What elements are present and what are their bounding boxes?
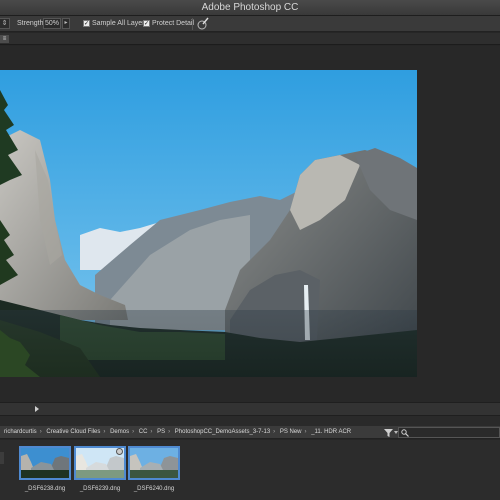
breadcrumb-item[interactable]: _11. HDR ACR [311, 429, 351, 435]
breadcrumb-item[interactable]: PS New [280, 429, 302, 435]
window-title: Adobe Photoshop CC [201, 2, 299, 13]
strength-slider-button[interactable]: ▸ [62, 18, 70, 29]
canvas-area[interactable] [0, 46, 500, 402]
breadcrumb-separator: › [132, 429, 135, 435]
canvas-horizontal-scrollbar[interactable] [0, 402, 500, 416]
panel-divider [0, 416, 500, 426]
breadcrumb-separator: › [39, 429, 42, 435]
thumbnail-filename: _DSF6239.dng [79, 486, 121, 492]
breadcrumb-item[interactable]: PS [157, 429, 165, 435]
strength-input[interactable]: 50% [43, 18, 61, 29]
brush-pressure-icon[interactable] [197, 17, 209, 30]
search-icon [401, 429, 409, 437]
document-tab[interactable]: ≡ [0, 35, 9, 43]
sample-all-layers-label: Sample All Layers [92, 20, 149, 27]
breadcrumb: richardcurtis › Creative Cloud Files › Dem… [4, 426, 351, 439]
bridge-filmstrip: _DSF6238.dng _DSF6239.dng _DSF6240.dng [0, 440, 500, 500]
bridge-path-bar: richardcurtis › Creative Cloud Files › Dem… [0, 426, 500, 439]
thumbnail-badge-icon [116, 448, 123, 455]
breadcrumb-separator: › [168, 429, 171, 435]
document-tab-bar: ≡ [0, 33, 500, 45]
breadcrumb-item[interactable]: Demos [110, 429, 129, 435]
tool-options-bar: ⇕ Strength: 50% ▸ ✓ Sample All Layers ✓ … [0, 16, 500, 32]
play-arrow-icon[interactable] [35, 406, 39, 412]
document-image[interactable] [0, 70, 417, 377]
thumbnail[interactable] [128, 446, 180, 480]
options-divider [192, 18, 193, 30]
breadcrumb-item[interactable]: richardcurtis [4, 429, 37, 435]
breadcrumb-separator: › [304, 429, 307, 435]
breadcrumb-separator: › [150, 429, 153, 435]
filmstrip-edge-handle[interactable] [0, 452, 4, 464]
thumbnail-filename: _DSF6238.dng [24, 486, 66, 492]
tool-preset-picker[interactable]: ⇕ [0, 18, 10, 29]
search-input[interactable] [398, 427, 500, 438]
thumbnail[interactable] [74, 446, 126, 480]
breadcrumb-separator: › [273, 429, 276, 435]
filter-icon[interactable] [384, 428, 393, 437]
protect-detail-checkbox[interactable]: ✓ [143, 20, 150, 27]
breadcrumb-separator: › [103, 429, 106, 435]
strength-label: Strength: [17, 20, 46, 27]
thumbnail[interactable] [19, 446, 71, 480]
breadcrumb-item[interactable]: Creative Cloud Files [46, 429, 100, 435]
sample-all-layers-checkbox[interactable]: ✓ [83, 20, 90, 27]
window-title-bar: Adobe Photoshop CC [0, 0, 500, 16]
thumbnail-filename: _DSF6240.dng [133, 486, 175, 492]
breadcrumb-item[interactable]: CC [139, 429, 148, 435]
breadcrumb-item[interactable]: PhotoshopCC_DemoAssets_3-7-13 [175, 429, 270, 435]
protect-detail-label: Protect Detail [152, 20, 195, 27]
